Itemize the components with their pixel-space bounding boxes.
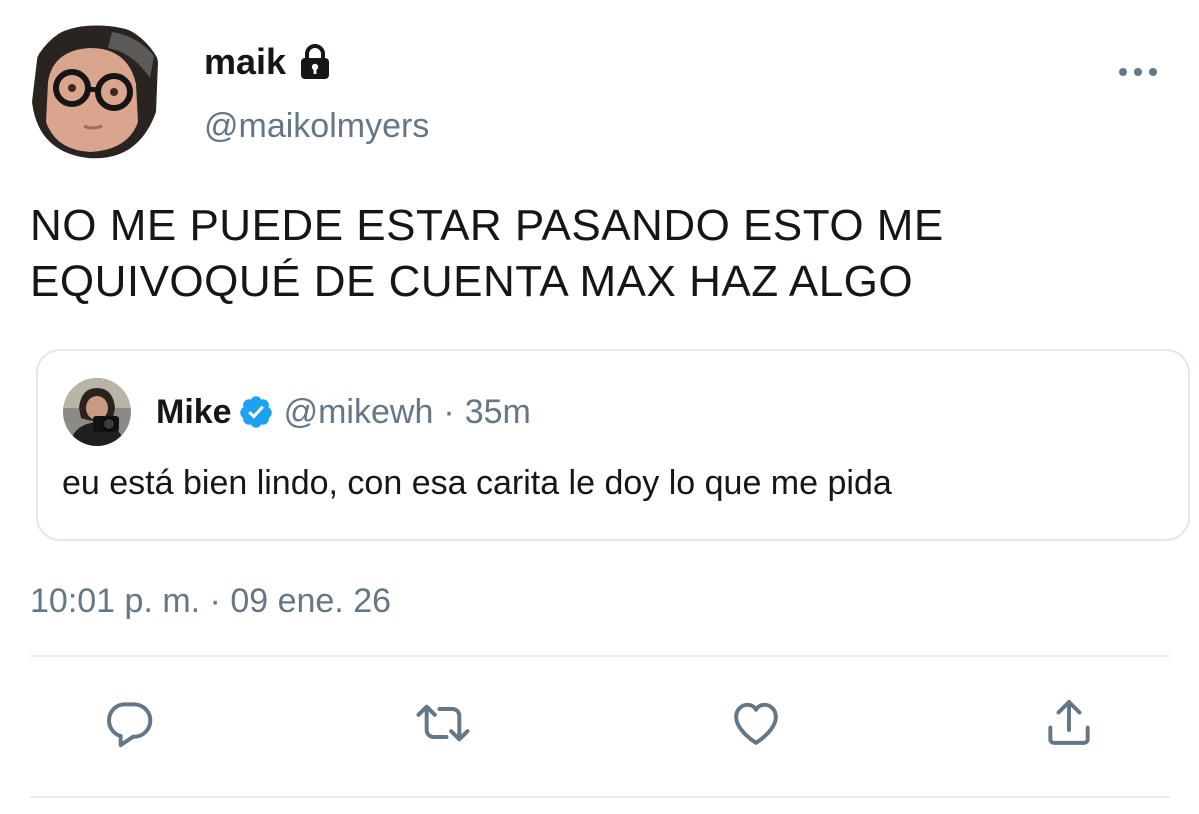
verified-badge-icon — [238, 394, 274, 430]
separator-dot: · — [443, 393, 455, 431]
more-options-icon[interactable] — [1116, 60, 1160, 84]
tweet-detail: maik @maikolmyers NO ME PUEDE ESTAR PASA… — [0, 0, 1199, 814]
retweet-icon — [412, 695, 474, 756]
share-icon — [1041, 695, 1097, 756]
quoted-handle[interactable]: @mikewh — [284, 391, 434, 433]
tweet-text-line: NO ME PUEDE ESTAR PASANDO ESTO ME — [30, 201, 944, 250]
quoted-display-name[interactable]: Mike — [156, 391, 232, 433]
quoted-author-avatar[interactable] — [63, 378, 131, 446]
retweet-button[interactable] — [408, 690, 478, 760]
quoted-tweet-card[interactable]: Mike @mikewh · 35m eu está bien lindo, c… — [36, 349, 1190, 541]
like-button[interactable] — [721, 690, 791, 760]
action-bar — [0, 690, 1199, 760]
heart-icon — [727, 695, 785, 756]
author-handle[interactable]: @maikolmyers — [204, 106, 429, 146]
divider — [30, 655, 1170, 657]
share-button[interactable] — [1034, 690, 1104, 760]
tweet-timestamp[interactable]: 10:01 p. m. · 09 ene. 26 — [30, 580, 391, 622]
tweet-text-line: EQUIVOQUÉ DE CUENTA MAX HAZ ALGO — [30, 257, 914, 306]
lock-icon — [296, 43, 334, 81]
tweet-text: NO ME PUEDE ESTAR PASANDO ESTO ME EQUIVO… — [30, 198, 1170, 310]
reply-icon — [102, 695, 158, 756]
avatar-image — [28, 22, 166, 162]
quoted-avatar-image — [63, 378, 131, 446]
author-name-row: maik — [204, 42, 334, 82]
author-display-name[interactable]: maik — [204, 42, 286, 82]
divider — [30, 796, 1170, 798]
reply-button[interactable] — [95, 690, 165, 760]
quoted-time-ago[interactable]: 35m — [465, 391, 531, 433]
quoted-tweet-header: Mike @mikewh · 35m — [156, 391, 531, 433]
quoted-tweet-text: eu está bien lindo, con esa carita le do… — [62, 464, 892, 502]
author-avatar[interactable] — [28, 22, 166, 162]
